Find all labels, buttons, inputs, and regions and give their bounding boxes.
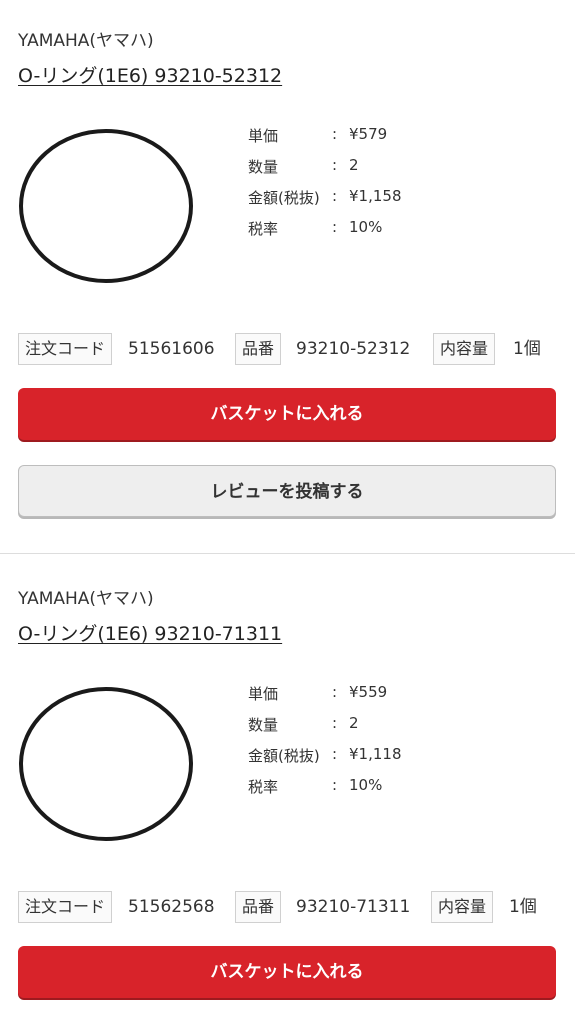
product-meta: 注文コード 51561606 品番 93210-52312 内容量 1個 — [18, 333, 558, 365]
spec-label: 税率 — [248, 220, 279, 238]
spec-value: ¥559 — [349, 683, 388, 701]
part-number-tag: 品番 — [235, 333, 282, 365]
spec-label: 数量 — [248, 158, 279, 176]
spec-value: ¥1,118 — [349, 745, 402, 763]
spec-colon: : — [332, 714, 338, 732]
spec-value: 2 — [349, 156, 359, 174]
add-to-basket-button[interactable]: バスケットに入れる — [18, 388, 556, 440]
post-review-button[interactable]: レビューを投稿する — [18, 465, 556, 517]
spec-label: 単価 — [248, 685, 279, 703]
spec-label: 金額(税抜) — [248, 189, 320, 207]
content-value: 1個 — [513, 339, 541, 359]
spec-colon: : — [332, 187, 338, 205]
spec-value: 2 — [349, 714, 359, 732]
spec-label: 税率 — [248, 778, 279, 796]
o-ring-image[interactable] — [18, 128, 195, 283]
order-code-tag: 注文コード — [18, 333, 113, 365]
content-tag: 内容量 — [433, 333, 496, 365]
part-number-value: 93210-52312 — [296, 339, 411, 359]
spec-label: 単価 — [248, 127, 279, 145]
spec-colon: : — [332, 683, 338, 701]
spec-label: 数量 — [248, 716, 279, 734]
order-code-tag: 注文コード — [18, 891, 113, 923]
spec-value: ¥579 — [349, 125, 388, 143]
product-meta: 注文コード 51562568 品番 93210-71311 内容量 1個 — [18, 891, 558, 923]
product-card: YAMAHA(ヤマハ) O-リング(1E6) 93210-71311 単価 : … — [0, 558, 575, 1024]
order-code-value: 51561606 — [128, 339, 215, 359]
o-ring-image[interactable] — [18, 686, 195, 841]
product-title-link[interactable]: O-リング(1E6) 93210-71311 — [18, 619, 282, 646]
product-card: YAMAHA(ヤマハ) O-リング(1E6) 93210-52312 単価 : … — [0, 0, 575, 553]
brand-name: YAMAHA(ヤマハ) — [18, 589, 154, 609]
content-tag: 内容量 — [431, 891, 494, 923]
product-title-link[interactable]: O-リング(1E6) 93210-52312 — [18, 61, 282, 88]
spec-label: 金額(税抜) — [248, 747, 320, 765]
spec-value: 10% — [349, 776, 383, 794]
add-to-basket-button[interactable]: バスケットに入れる — [18, 946, 556, 998]
spec-value: ¥1,158 — [349, 187, 402, 205]
spec-value: 10% — [349, 218, 383, 236]
part-number-tag: 品番 — [235, 891, 282, 923]
spec-colon: : — [332, 156, 338, 174]
spec-colon: : — [332, 125, 338, 143]
part-number-value: 93210-71311 — [296, 897, 411, 917]
spec-colon: : — [332, 745, 338, 763]
brand-name: YAMAHA(ヤマハ) — [18, 31, 154, 51]
spec-colon: : — [332, 218, 338, 236]
spec-colon: : — [332, 776, 338, 794]
divider — [0, 553, 575, 554]
order-code-value: 51562568 — [128, 897, 215, 917]
content-value: 1個 — [509, 897, 537, 917]
